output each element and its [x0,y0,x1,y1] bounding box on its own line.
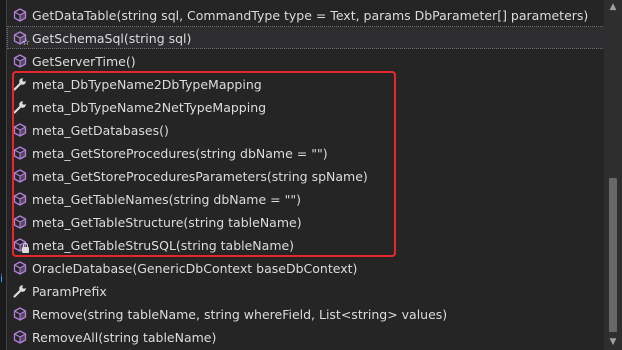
completion-item-label: meta_GetDatabases() [32,123,169,138]
completion-item[interactable]: meta_DbTypeName2DbTypeMapping [7,72,605,95]
method-icon: ☆ [13,31,30,48]
completion-item-label: Remove(string tableName, string whereFie… [32,307,448,322]
wrench-icon [13,284,27,298]
intellisense-completion-list[interactable]: GetDataTable(string sql, CommandType typ… [6,0,605,350]
completion-item-label: meta_GetStoreProceduresParameters(string… [32,169,368,184]
method-icon [13,261,27,275]
completion-item-label: meta_GetStoreProcedures(string dbName = … [32,146,328,161]
completion-item-label: meta_GetTableStructure(string tableName) [32,215,302,230]
completion-item[interactable]: GetDataTable(string sql, CommandType typ… [7,3,605,26]
method-icon [13,238,29,253]
method-icon [13,123,27,137]
completion-item[interactable]: meta_GetTableNames(string dbName = "") [7,187,605,210]
completion-item[interactable]: meta_GetTableStructure(string tableName) [7,210,605,233]
completion-item[interactable]: meta_DbTypeName2NetTypeMapping [7,95,605,118]
scroll-down-arrow-icon[interactable]: ▼ [608,337,618,347]
completion-item[interactable]: RemoveAll(string tableName) [7,325,605,348]
completion-item-label: GetSchemaSql(string sql) [32,31,192,46]
lock-icon [22,243,29,253]
completion-item[interactable]: ☆ GetSchemaSql(string sql) [7,26,605,49]
method-icon [13,307,27,321]
completion-item-label: ParamPrefix [32,284,107,299]
method-icon [13,8,27,22]
star-icon: ☆ [21,38,30,48]
vertical-scrollbar[interactable]: ▲ ▼ [604,0,622,350]
method-icon [13,192,27,206]
completion-item-label: OracleDatabase(GenericDbContext baseDbCo… [32,261,358,276]
method-icon [13,54,27,68]
completion-item-label: meta_GetTableNames(string dbName = "") [32,192,301,207]
completion-items: GetDataTable(string sql, CommandType typ… [7,3,605,348]
completion-item-label: RemoveAll(string tableName) [32,330,217,345]
completion-item-label: meta_DbTypeName2NetTypeMapping [32,100,267,115]
wrench-icon [13,77,27,91]
completion-item[interactable]: GetServerTime() [7,49,605,72]
scroll-up-arrow-icon[interactable]: ▲ [608,2,618,12]
completion-item[interactable]: meta_GetDatabases() [7,118,605,141]
completion-item[interactable]: meta_GetStoreProcedures(string dbName = … [7,141,605,164]
method-icon [13,146,27,160]
completion-item[interactable]: meta_GetTableStruSQL(string tableName) [7,233,605,256]
completion-item-label: GetDataTable(string sql, CommandType typ… [32,8,589,23]
completion-item-label: GetServerTime() [32,54,136,69]
method-icon [13,215,27,229]
scrollbar-thumb[interactable] [609,178,617,332]
method-icon [13,330,27,344]
wrench-icon [13,100,27,114]
completion-item[interactable]: ParamPrefix [7,279,605,302]
completion-item[interactable]: meta_GetStoreProceduresParameters(string… [7,164,605,187]
method-icon [13,169,27,183]
editor-margin-glyph: i [0,272,4,285]
completion-item[interactable]: OracleDatabase(GenericDbContext baseDbCo… [7,256,605,279]
completion-item[interactable]: Remove(string tableName, string whereFie… [7,302,605,325]
completion-item-label: meta_GetTableStruSQL(string tableName) [32,238,295,253]
completion-item-label: meta_DbTypeName2DbTypeMapping [32,77,262,92]
